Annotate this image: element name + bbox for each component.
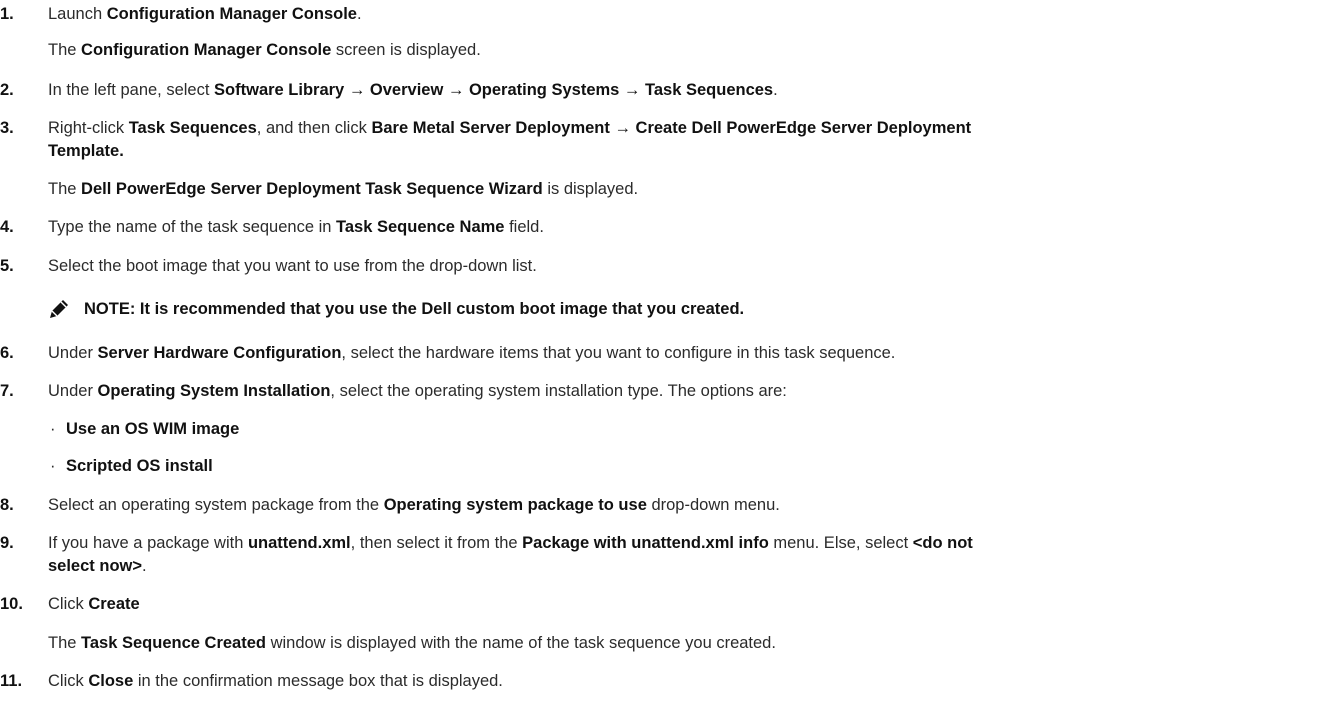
pencil-icon [50,300,68,318]
option-label: Use an OS WIM image [66,420,240,438]
step-number: 1. [0,5,14,23]
step-text: Select the boot image that you want to u… [48,257,537,275]
step-text: In the left pane, select Software Librar… [48,81,778,99]
step-number: 2. [0,81,14,99]
step-text: Click Create [48,595,140,613]
step-text: Click Close in the confirmation message … [48,672,503,690]
step-text-continued: select now>. [48,557,147,575]
step-number: 6. [0,344,14,362]
option-label: Scripted OS install [66,457,213,475]
step-text: Select an operating system package from … [48,496,780,514]
bullet-dot: · [50,457,56,475]
procedure-document: 1. Launch Configuration Manager Console.… [0,0,1332,701]
step-text: Under Server Hardware Configuration, sel… [48,344,896,362]
result-text: The Dell PowerEdge Server Deployment Tas… [48,180,639,198]
step-number: 8. [0,496,14,514]
step-number: 5. [0,257,14,275]
result-text: The Task Sequence Created window is disp… [48,634,776,652]
step-number: 4. [0,218,14,236]
step-text: Right-click Task Sequences, and then cli… [48,119,972,137]
step-number: 7. [0,382,14,400]
result-text: The Configuration Manager Console screen… [48,41,481,59]
step-text: Launch Configuration Manager Console. [48,5,362,23]
step-text: Type the name of the task sequence in Ta… [48,218,544,236]
bullet-dot: · [50,420,56,438]
step-text-continued: Template. [48,142,124,160]
step-number: 10. [0,595,23,613]
step-text: Under Operating System Installation, sel… [48,382,787,400]
step-number: 3. [0,119,14,137]
step-number: 9. [0,534,14,552]
step-number: 11. [0,672,23,690]
step-text: If you have a package with unattend.xml,… [48,534,973,552]
note-text: NOTE: It is recommended that you use the… [84,300,745,318]
